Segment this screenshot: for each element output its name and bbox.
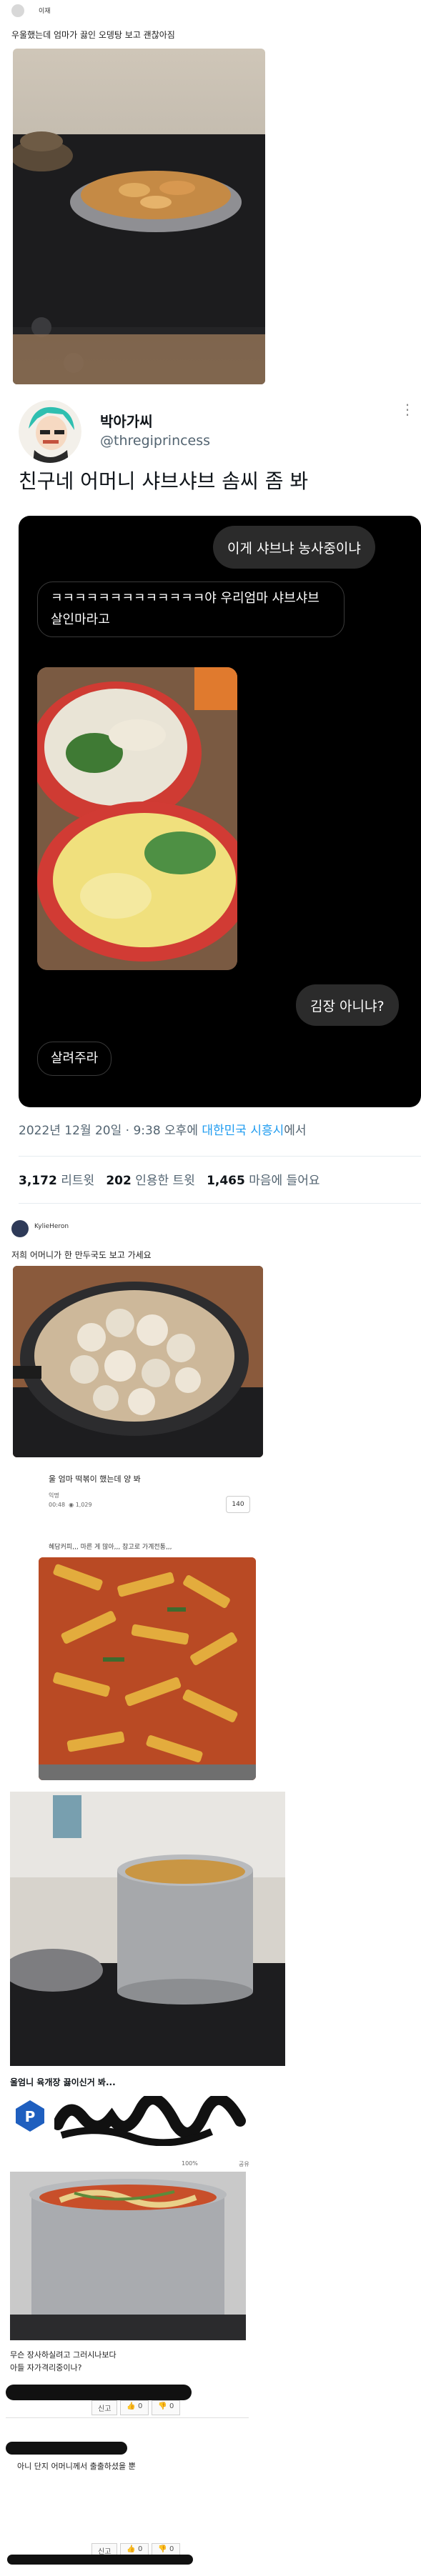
avatar — [11, 4, 24, 17]
post4-photo-yukgaejang — [10, 2172, 246, 2340]
photo-big-pot-kitchen — [10, 1792, 285, 2066]
comment-text: 무슨 장사하실려고 그러시나보다 — [10, 2350, 117, 2360]
post4-zoom: 100% — [182, 2160, 198, 2167]
avatar[interactable] — [19, 400, 81, 463]
post3-meta-line: 00:48 ◉ 1,029 — [49, 1502, 92, 1508]
censored-username — [6, 2385, 192, 2400]
post2-username: KylieHeron — [34, 1223, 69, 1230]
divider — [19, 1156, 421, 1157]
post3-title: 울 엄마 떡볶이 했는데 양 봐 — [49, 1474, 141, 1484]
tweet-media-dm-screenshot[interactable]: 이게 샤브냐 농사중이냐 ㅋㅋㅋㅋㅋㅋㅋㅋㅋㅋㅋㅋㅋ야 우리엄마 샤브샤브살인마… — [19, 516, 421, 1107]
censored-username — [6, 2442, 127, 2455]
tweet-location[interactable]: 대한민국 시흥시 — [202, 1124, 284, 1138]
avatar — [11, 1220, 29, 1237]
post4-share[interactable]: 공유 — [239, 2160, 249, 2168]
post2-caption: 저희 어머니가 한 만두국도 보고 가세요 — [11, 1250, 152, 1260]
tweet-display-name[interactable]: 박아가씨 — [100, 410, 153, 431]
post1-username: 이재 — [39, 8, 51, 15]
tweet-handle[interactable]: @thregiprincess — [100, 433, 210, 449]
post4-embed: P 100% 공유 — [10, 2089, 253, 2172]
censored-username — [7, 2555, 193, 2565]
comment-actions: 신고 👍 0 👎 0 — [91, 2400, 181, 2415]
comment-text: 아니 단지 어머니께서 출출하셨을 뿐 — [17, 2462, 136, 2471]
retweet-label[interactable]: 리트윗 — [61, 1174, 94, 1188]
dm-message-out: 김장 아니냐? — [296, 984, 399, 1026]
downvote-button[interactable]: 👎 0 — [152, 2400, 181, 2415]
quote-label[interactable]: 인용한 트윗 — [135, 1174, 195, 1188]
post3-views: 1,029 — [75, 1502, 92, 1508]
eye-icon: ◉ — [69, 1502, 74, 1508]
tweet-location-suffix: 에서 — [284, 1124, 307, 1138]
recommend-count: 140 — [232, 1501, 244, 1508]
recommend-badge[interactable]: 140 — [226, 1496, 250, 1513]
dm-message-out: 이게 샤브냐 농사중이냐 — [213, 526, 375, 569]
report-button[interactable]: 신고 — [91, 2400, 118, 2415]
post1-photo-oden-stew — [13, 49, 265, 384]
comment-text: 아들 자가격리중이나? — [10, 2363, 82, 2372]
dm-photo-shabu — [37, 667, 237, 970]
post3-time: 00:48 — [49, 1502, 66, 1508]
post3-comment: 혜담커피,,, 마른 게 많아,,, 참고로 가계전통,,, — [49, 1544, 172, 1551]
like-label[interactable]: 마음에 들어요 — [249, 1174, 320, 1188]
post3-author: 익명 — [49, 1492, 59, 1499]
tweet-stats: 3,172 리트윗 202 인용한 트윗 1,465 마음에 들어요 — [19, 1170, 320, 1188]
upvote-button[interactable]: 👍 0 — [120, 2400, 149, 2415]
post3-photo-tteokbokki — [39, 1557, 256, 1780]
more-dots-icon[interactable]: ⋮ — [400, 402, 415, 416]
post2-photo-dumpling-soup — [13, 1266, 263, 1457]
app-logo-icon: P — [13, 2099, 47, 2133]
post4-title: 울엄니 육개장 끓이신거 봐... — [10, 2077, 116, 2087]
divider — [19, 1203, 421, 1204]
tweet-timestamp: 2022년 12월 20일 · 9:38 오후에 대한민국 시흥시에서 — [19, 1120, 307, 1138]
quote-count[interactable]: 202 — [106, 1174, 132, 1188]
dm-message-in: ㅋㅋㅋㅋㅋㅋㅋㅋㅋㅋㅋㅋㅋ야 우리엄마 샤브샤브살인마라고 — [37, 581, 345, 637]
post3-meta: 익명 — [49, 1492, 59, 1499]
post1-caption: 우울했는데 엄마가 끓인 오뎅탕 보고 괜찮아짐 — [11, 30, 175, 40]
svg-text:P: P — [25, 2108, 36, 2125]
scribble-censor — [52, 2093, 247, 2147]
divider — [6, 2417, 249, 2418]
retweet-count[interactable]: 3,172 — [19, 1174, 57, 1188]
tweet-text: 친구네 어머니 샤브샤브 솜씨 좀 봐 — [19, 469, 309, 493]
like-count[interactable]: 1,465 — [207, 1174, 245, 1188]
dm-message-in: 살려주라 — [37, 1042, 112, 1076]
tweet-time[interactable]: 2022년 12월 20일 · 9:38 오후에 — [19, 1124, 202, 1138]
